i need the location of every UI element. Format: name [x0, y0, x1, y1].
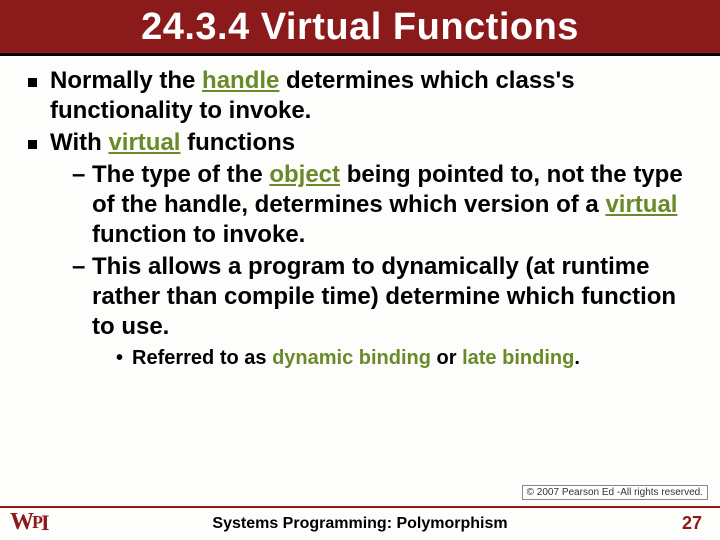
keyword-handle: handle [202, 67, 279, 94]
logo-w: W [10, 509, 34, 536]
text: or [431, 347, 462, 369]
sub-object-type: The type of the object being pointed to,… [72, 160, 694, 250]
subsub-list: Referred to as dynamic binding or late b… [92, 346, 694, 371]
keyword-virtual-2: virtual [605, 191, 677, 218]
bullet-handle: Normally the handle determines which cla… [26, 66, 694, 126]
outer-list: Normally the handle determines which cla… [26, 66, 694, 371]
title-bar: 24.3.4 Virtual Functions [0, 0, 720, 56]
subsub-binding: Referred to as dynamic binding or late b… [116, 346, 694, 371]
keyword-object: object [269, 161, 340, 188]
wpi-logo: W P I [10, 509, 50, 536]
slide-body: Normally the handle determines which cla… [0, 56, 720, 371]
text: function to invoke. [92, 221, 305, 248]
text: The type of the [92, 161, 269, 188]
keyword-dynamic-binding: dynamic binding [272, 347, 431, 369]
footer-title: Systems Programming: Polymorphism [0, 515, 720, 533]
keyword-late-binding: late binding [462, 347, 574, 369]
sub-list: The type of the object being pointed to,… [50, 160, 694, 371]
text: With [50, 129, 108, 156]
text: This allows a program to dynamically (at… [92, 253, 676, 340]
copyright-label: © 2007 Pearson Ed -All rights reserved. [522, 485, 708, 500]
text: Normally the [50, 67, 202, 94]
slide-title: 24.3.4 Virtual Functions [0, 6, 720, 49]
text: . [574, 347, 580, 369]
footer-bar: W P I Systems Programming: Polymorphism … [0, 506, 720, 540]
text: functions [180, 129, 295, 156]
bullet-virtual: With virtual functions The type of the o… [26, 128, 694, 371]
text: Referred to as [132, 347, 272, 369]
sub-dynamic: This allows a program to dynamically (at… [72, 252, 694, 371]
keyword-virtual: virtual [108, 129, 180, 156]
page-number: 27 [682, 513, 702, 534]
logo-i: I [41, 510, 50, 536]
